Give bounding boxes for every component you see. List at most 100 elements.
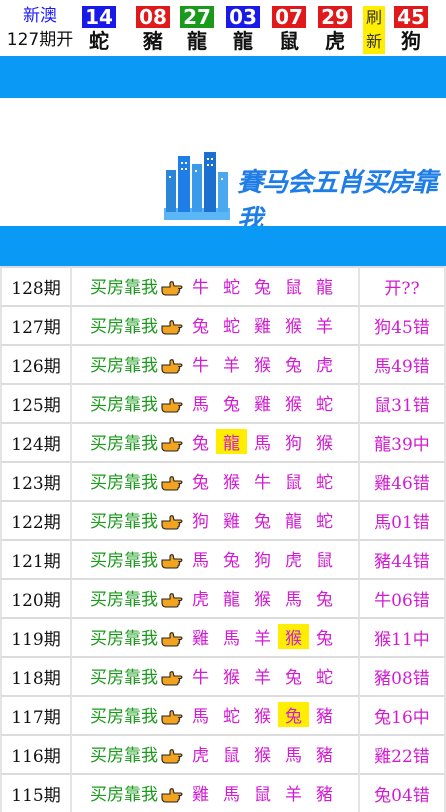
draw-ball: 14 蛇 <box>82 6 116 54</box>
row-slogan: 买房靠我 <box>90 745 158 766</box>
table-row: 115期 买房靠我 雞馬鼠羊豬 兔04错 <box>0 773 446 812</box>
pick-zodiac: 蛇 <box>316 667 333 688</box>
pick-zodiac: 鼠 <box>285 277 302 298</box>
pick-zodiac: 猴 <box>254 745 271 766</box>
pick-zodiac: 蛇 <box>316 511 333 532</box>
pick-zodiac: 羊 <box>223 355 240 376</box>
ball-zodiac: 龍 <box>187 29 207 53</box>
pick-zodiac: 兔 <box>223 550 240 571</box>
pick-zodiac: 猴 <box>285 316 302 337</box>
pick-zodiac: 馬 <box>192 706 209 727</box>
draw-ball: 27 龍 <box>180 6 214 54</box>
row-result: 鼠31错 <box>360 383 446 422</box>
table-row: 125期 买房靠我 馬兔雞猴蛇 鼠31错 <box>0 383 446 422</box>
pick-zodiac: 雞 <box>223 511 240 532</box>
pick-zodiac: 兔 <box>223 394 240 415</box>
pick-zodiac: 牛 <box>192 277 209 298</box>
row-slogan: 买房靠我 <box>90 667 158 688</box>
row-slogan: 买房靠我 <box>90 394 158 415</box>
pointing-hand-icon <box>161 397 183 418</box>
table-row: 116期 买房靠我 虎鼠猴馬豬 雞22错 <box>0 734 446 773</box>
row-slogan: 买房靠我 <box>90 784 158 805</box>
row-picks: 买房靠我 牛猴羊兔蛇 <box>72 656 360 695</box>
pick-zodiac: 猴 <box>285 394 302 415</box>
refresh-button[interactable]: 刷 新 <box>363 6 385 54</box>
ball-zodiac: 虎 <box>325 29 345 53</box>
site-name[interactable]: 新澳 <box>23 4 57 28</box>
table-row: 120期 买房靠我 虎龍猴馬兔 牛06错 <box>0 578 446 617</box>
row-result: 豬44错 <box>360 539 446 578</box>
top-banner-strip <box>0 56 446 98</box>
row-issue: 119期 <box>0 617 72 656</box>
pick-zodiac: 虎 <box>192 589 209 610</box>
pick-zodiac: 羊 <box>316 316 333 337</box>
row-issue: 122期 <box>0 500 72 539</box>
row-picks: 买房靠我 虎鼠猴馬豬 <box>72 734 360 773</box>
row-result: 雞22错 <box>360 734 446 773</box>
row-issue: 127期 <box>0 305 72 344</box>
pick-zodiac: 馬 <box>285 589 302 610</box>
pick-zodiac: 馬 <box>223 628 240 649</box>
row-issue: 123期 <box>0 461 72 500</box>
row-slogan: 买房靠我 <box>90 628 158 649</box>
row-picks: 买房靠我 兔蛇雞猴羊 <box>72 305 360 344</box>
draw-ball: 29 虎 <box>318 6 352 54</box>
pick-zodiac: 狗 <box>285 433 302 454</box>
row-result: 馬01错 <box>360 500 446 539</box>
pick-zodiac: 龍 <box>285 511 302 532</box>
pick-zodiac: 牛 <box>192 355 209 376</box>
pick-zodiac: 兔 <box>254 511 271 532</box>
row-result: 雞46错 <box>360 461 446 500</box>
row-slogan: 买房靠我 <box>90 316 158 337</box>
pointing-hand-icon <box>161 631 183 652</box>
pick-zodiac: 雞 <box>192 784 209 805</box>
pick-zodiac: 蛇 <box>316 472 333 493</box>
pick-zodiac: 猴 <box>223 472 240 493</box>
pick-zodiac: 狗 <box>192 511 209 532</box>
refresh-label-2: 新 <box>365 32 382 51</box>
ball-zodiac: 豬 <box>143 29 163 53</box>
pick-zodiac: 猴 <box>223 667 240 688</box>
row-issue: 124期 <box>0 422 72 461</box>
ball-zodiac: 龍 <box>233 29 253 53</box>
row-result: 狗45错 <box>360 305 446 344</box>
pick-zodiac: 羊 <box>254 667 271 688</box>
pointing-hand-icon <box>161 670 183 691</box>
draw-issue: 127期开 <box>6 30 74 50</box>
row-slogan: 买房靠我 <box>90 511 158 532</box>
pick-zodiac: 兔 <box>285 355 302 376</box>
pick-zodiac: 馬 <box>223 784 240 805</box>
pick-zodiac: 馬 <box>192 394 209 415</box>
pointing-hand-icon <box>161 319 183 340</box>
pick-zodiac: 馬 <box>285 745 302 766</box>
pick-zodiac: 兔 <box>278 701 309 727</box>
row-result: 兔16中 <box>360 695 446 734</box>
row-picks: 买房靠我 馬蛇猴兔豬 <box>72 695 360 734</box>
banner-brand-text: 賽马会五肖买房靠我 <box>237 168 438 235</box>
draw-ball: 07 鼠 <box>272 6 306 54</box>
building-logo-icon <box>164 152 230 220</box>
pick-zodiac: 兔 <box>316 589 333 610</box>
ball-zodiac: 蛇 <box>89 29 109 53</box>
pick-zodiac: 兔 <box>285 667 302 688</box>
pick-zodiac: 猴 <box>254 706 271 727</box>
pointing-hand-icon <box>161 709 183 730</box>
pick-zodiac: 牛 <box>192 667 209 688</box>
pick-zodiac: 兔 <box>192 472 209 493</box>
row-picks: 买房靠我 兔龍馬狗猴 <box>72 422 360 461</box>
pick-zodiac: 雞 <box>254 316 271 337</box>
row-slogan: 买房靠我 <box>90 433 158 454</box>
row-result: 馬49错 <box>360 344 446 383</box>
table-row: 123期 买房靠我 兔猴牛鼠蛇 雞46错 <box>0 461 446 500</box>
table-row: 117期 买房靠我 馬蛇猴兔豬 兔16中 <box>0 695 446 734</box>
pick-zodiac: 兔 <box>192 433 209 454</box>
pointing-hand-icon <box>161 358 183 379</box>
pointing-hand-icon <box>161 475 183 496</box>
pick-zodiac: 龍 <box>316 277 333 298</box>
ball-zodiac: 狗 <box>401 29 421 53</box>
draw-ball: 45 狗 <box>394 6 428 54</box>
pick-zodiac: 雞 <box>254 394 271 415</box>
pick-zodiac: 羊 <box>254 628 271 649</box>
draw-info: 新澳 127期开 <box>0 0 80 56</box>
pick-zodiac: 馬 <box>254 433 271 454</box>
